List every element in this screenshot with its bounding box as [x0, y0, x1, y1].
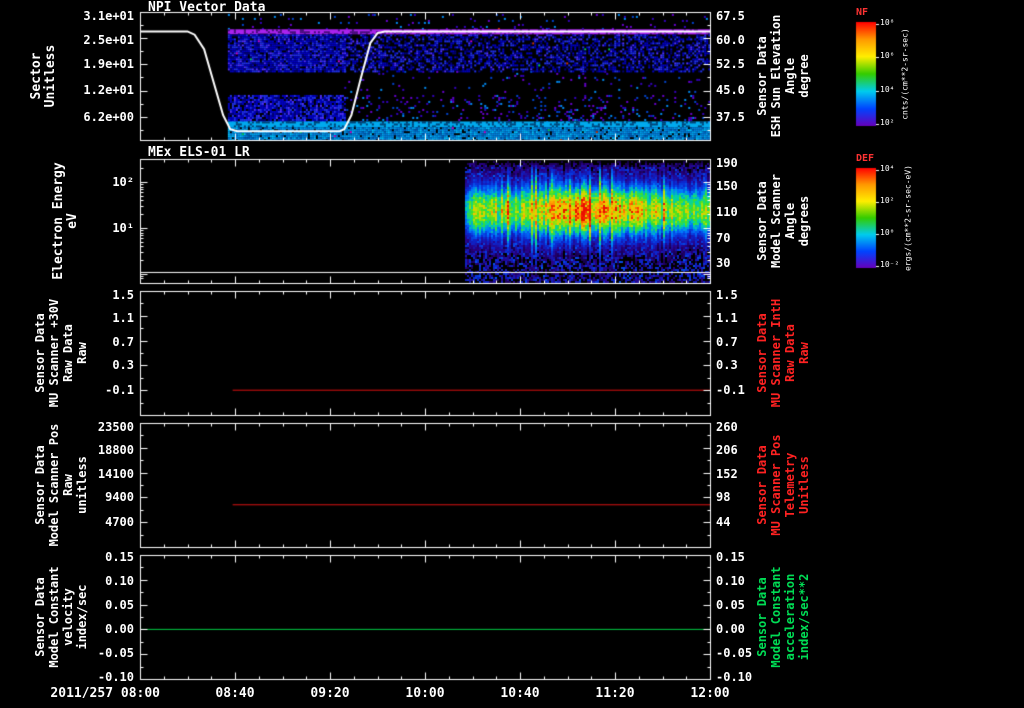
p2-right-tick-2: 110 [716, 205, 738, 220]
p5-right-tick-1: 0.10 [716, 574, 745, 589]
p1-right-tick-2: 52.5 [716, 57, 745, 72]
panel2-title: MEx ELS-01 LR [148, 145, 250, 160]
p5-y-axis-label: Sensor Data Model Constant velocity inde… [33, 566, 89, 668]
panel1-title: NPI Vector Data [148, 0, 266, 15]
x-axis-tick-label-5: 12:00 [690, 686, 730, 701]
p1-y-axis-label: Sector Unitless [29, 44, 58, 108]
p2-y-axis-label: Electron Energy eV [51, 162, 80, 280]
p2-colorbar-tick-1: 10² [880, 196, 895, 205]
p1-left-tick-3: 1.2e+01 [83, 83, 134, 98]
p2-colorbar-tick-2: 10⁰ [880, 228, 895, 237]
p5-right-tick-0: 0.15 [716, 550, 745, 565]
p2-left-tick-0: 10² [112, 174, 134, 189]
p4-left-tick-2: 14100 [97, 466, 134, 481]
p2-left-tick-1: 10¹ [112, 220, 134, 235]
p2-colorbar-label: DEF [856, 153, 875, 164]
p4-y-axis-label: Sensor Data Model Scanner Pos Raw unitle… [33, 423, 89, 547]
p3-right-tick-2: 0.7 [716, 334, 738, 349]
p5-left-tick-4: -0.05 [97, 645, 134, 660]
p4-left-tick-1: 18800 [97, 442, 134, 457]
p3-right-tick-1: 1.1 [716, 310, 738, 325]
tplot-window: NPI Vector Data MEx ELS-01 LR 3.1e+01 2.5… [0, 0, 1024, 708]
p4-right-tick-4: 44 [716, 514, 731, 529]
p2-right-tick-3: 70 [716, 231, 731, 246]
p3-right-tick-4: -0.1 [716, 382, 745, 397]
p5-right-tick-3: 0.00 [716, 621, 745, 636]
p4-right-axis-label: Sensor Data MU Scanner Pos Telemetry Uni… [755, 434, 811, 536]
p4-left-tick-4: 4700 [105, 514, 134, 529]
p5-left-tick-0: 0.15 [105, 550, 134, 565]
p1-left-tick-0: 3.1e+01 [83, 8, 134, 23]
p5-right-axis-label: Sensor Data Model Constant acceleration … [755, 566, 811, 668]
p1-colorbar-tick-1: 10⁶ [880, 51, 895, 61]
p1-left-tick-1: 2.5e+01 [83, 32, 134, 47]
p1-colorbar-label: NF [856, 7, 869, 18]
p5-left-tick-1: 0.10 [105, 574, 134, 589]
p4-right-tick-1: 206 [716, 442, 738, 457]
x-axis-tick-label-2: 10:00 [405, 686, 445, 701]
p3-left-tick-2: 0.7 [112, 334, 134, 349]
p1-right-axis-label: Sensor Data ESH Sun Elevation Angle degr… [755, 14, 811, 138]
p5-right-tick-2: 0.05 [716, 597, 745, 612]
p1-right-tick-0: 67.5 [716, 8, 745, 23]
x-axis-tick-label-0: 08:40 [215, 686, 255, 701]
p4-right-tick-3: 98 [716, 490, 731, 505]
p3-y-axis-label: Sensor Data MU Scanner +30V Raw Data Raw [33, 298, 89, 408]
p2-colorbar-tick-0: 10⁴ [880, 164, 895, 173]
p2-right-axis-label: Sensor Data Model Scanner Angle degrees [755, 174, 811, 268]
p5-left-tick-2: 0.05 [105, 597, 134, 612]
p4-left-tick-3: 9400 [105, 490, 134, 505]
p1-colorbar-tick-3: 10² [880, 117, 895, 127]
p1-left-tick-4: 6.2e+00 [83, 109, 134, 124]
p2-right-tick-4: 30 [716, 256, 731, 271]
p4-left-tick-0: 23500 [97, 419, 134, 434]
p2-colorbar-tick-3: 10⁻² [880, 260, 900, 269]
p1-left-tick-2: 1.9e+01 [83, 57, 134, 72]
p3-left-tick-4: -0.1 [105, 382, 134, 397]
p5-left-tick-5: -0.10 [97, 670, 134, 685]
x-axis-tick-label-1: 09:20 [310, 686, 350, 701]
p2-right-tick-0: 190 [716, 155, 738, 170]
p4-right-tick-2: 152 [716, 466, 738, 481]
plot-canvas [0, 0, 1024, 708]
p5-right-tick-5: -0.10 [716, 670, 753, 685]
p3-right-axis-label: Sensor Data MU Scanner IntH Raw Data Raw [755, 298, 811, 408]
p4-right-tick-0: 260 [716, 419, 738, 434]
p5-left-tick-3: 0.00 [105, 621, 134, 636]
p5-right-tick-4: -0.05 [716, 645, 753, 660]
p1-right-tick-4: 37.5 [716, 109, 745, 124]
p3-left-tick-0: 1.5 [112, 287, 134, 302]
p3-left-tick-3: 0.3 [112, 358, 134, 373]
p3-left-tick-1: 1.1 [112, 310, 134, 325]
p1-colorbar-tick-2: 10⁴ [880, 84, 895, 94]
x-axis-tick-label-3: 10:40 [500, 686, 540, 701]
x-axis-date-label: 2011/257 08:00 [50, 686, 160, 701]
p3-right-tick-0: 1.5 [716, 287, 738, 302]
p3-right-tick-3: 0.3 [716, 358, 738, 373]
x-axis-tick-label-4: 11:20 [595, 686, 635, 701]
p1-colorbar-tick-0: 10⁸ [880, 18, 895, 28]
p1-right-tick-1: 60.0 [716, 32, 745, 47]
p2-right-tick-1: 150 [716, 179, 738, 194]
p1-colorbar-unit: cnts/(cm**2-sr-sec) [900, 28, 910, 120]
p1-right-tick-3: 45.0 [716, 83, 745, 98]
p2-colorbar-unit: ergs/(cm**2-sr-sec-eV) [903, 165, 913, 271]
